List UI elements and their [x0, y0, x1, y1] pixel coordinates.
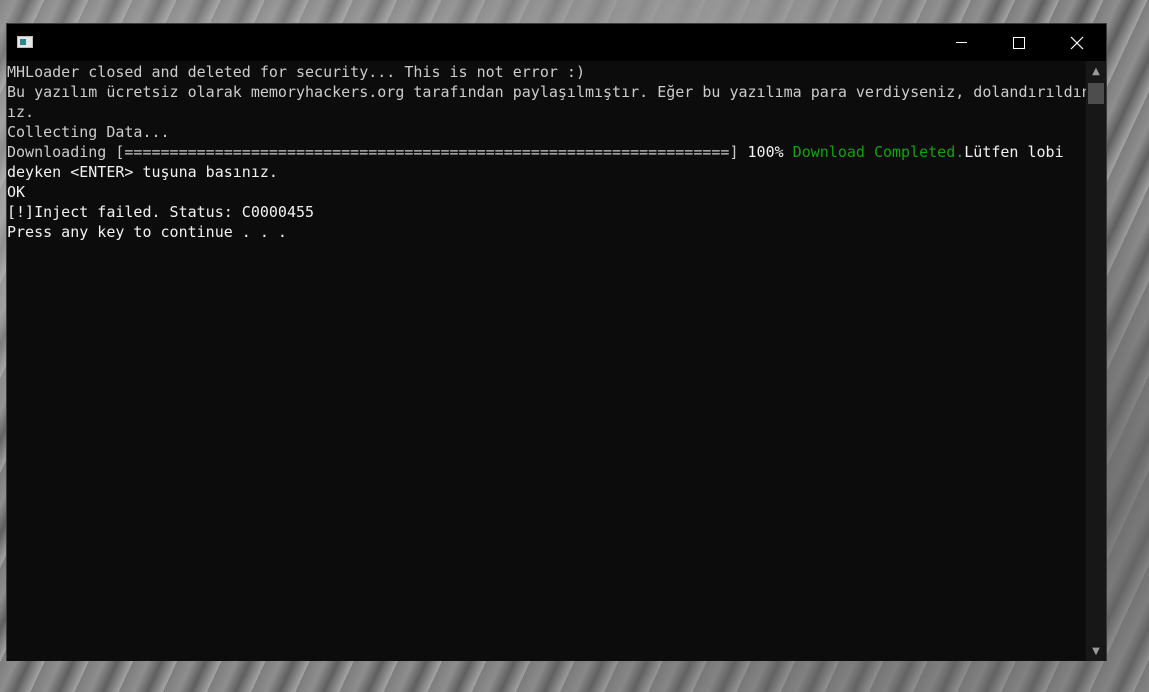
- console-line: OK: [7, 183, 26, 201]
- download-percent: 100%: [738, 143, 784, 161]
- console-output[interactable]: MHLoader closed and deleted for security…: [7, 61, 1086, 661]
- console-line: Bu yazılım ücretsiz olarak memoryhackers…: [7, 83, 1086, 101]
- title-bar[interactable]: [7, 24, 1106, 61]
- close-button[interactable]: [1048, 24, 1106, 61]
- console-line: MHLoader closed and deleted for security…: [7, 63, 585, 81]
- vertical-scrollbar[interactable]: ▲ ▼: [1086, 61, 1106, 661]
- minimize-button[interactable]: [932, 24, 990, 61]
- console-app-icon: [17, 36, 33, 48]
- scrollbar-thumb[interactable]: [1088, 83, 1104, 104]
- download-suffix: Lütfen lobi: [964, 143, 1064, 161]
- maximize-icon: [1013, 36, 1025, 49]
- download-progress-line: Downloading [===========================…: [7, 142, 1086, 162]
- scroll-up-icon[interactable]: ▲: [1086, 61, 1106, 81]
- console-line: deyken <ENTER> tuşuna basınız.: [7, 163, 278, 181]
- console-line: [!]Inject failed. Status: C0000455: [7, 203, 315, 221]
- download-completed-text: Download Completed.: [783, 143, 965, 161]
- scroll-down-icon[interactable]: ▼: [1086, 641, 1106, 661]
- console-line: Collecting Data...: [7, 123, 170, 141]
- console-window: MHLoader closed and deleted for security…: [6, 23, 1107, 661]
- download-progress-bar: Downloading [===========================…: [7, 143, 739, 161]
- minimize-icon: [955, 42, 967, 43]
- console-line: ız.: [7, 103, 35, 121]
- maximize-button[interactable]: [990, 24, 1048, 61]
- close-icon: [1070, 36, 1084, 49]
- console-line: Press any key to continue . . .: [7, 223, 287, 241]
